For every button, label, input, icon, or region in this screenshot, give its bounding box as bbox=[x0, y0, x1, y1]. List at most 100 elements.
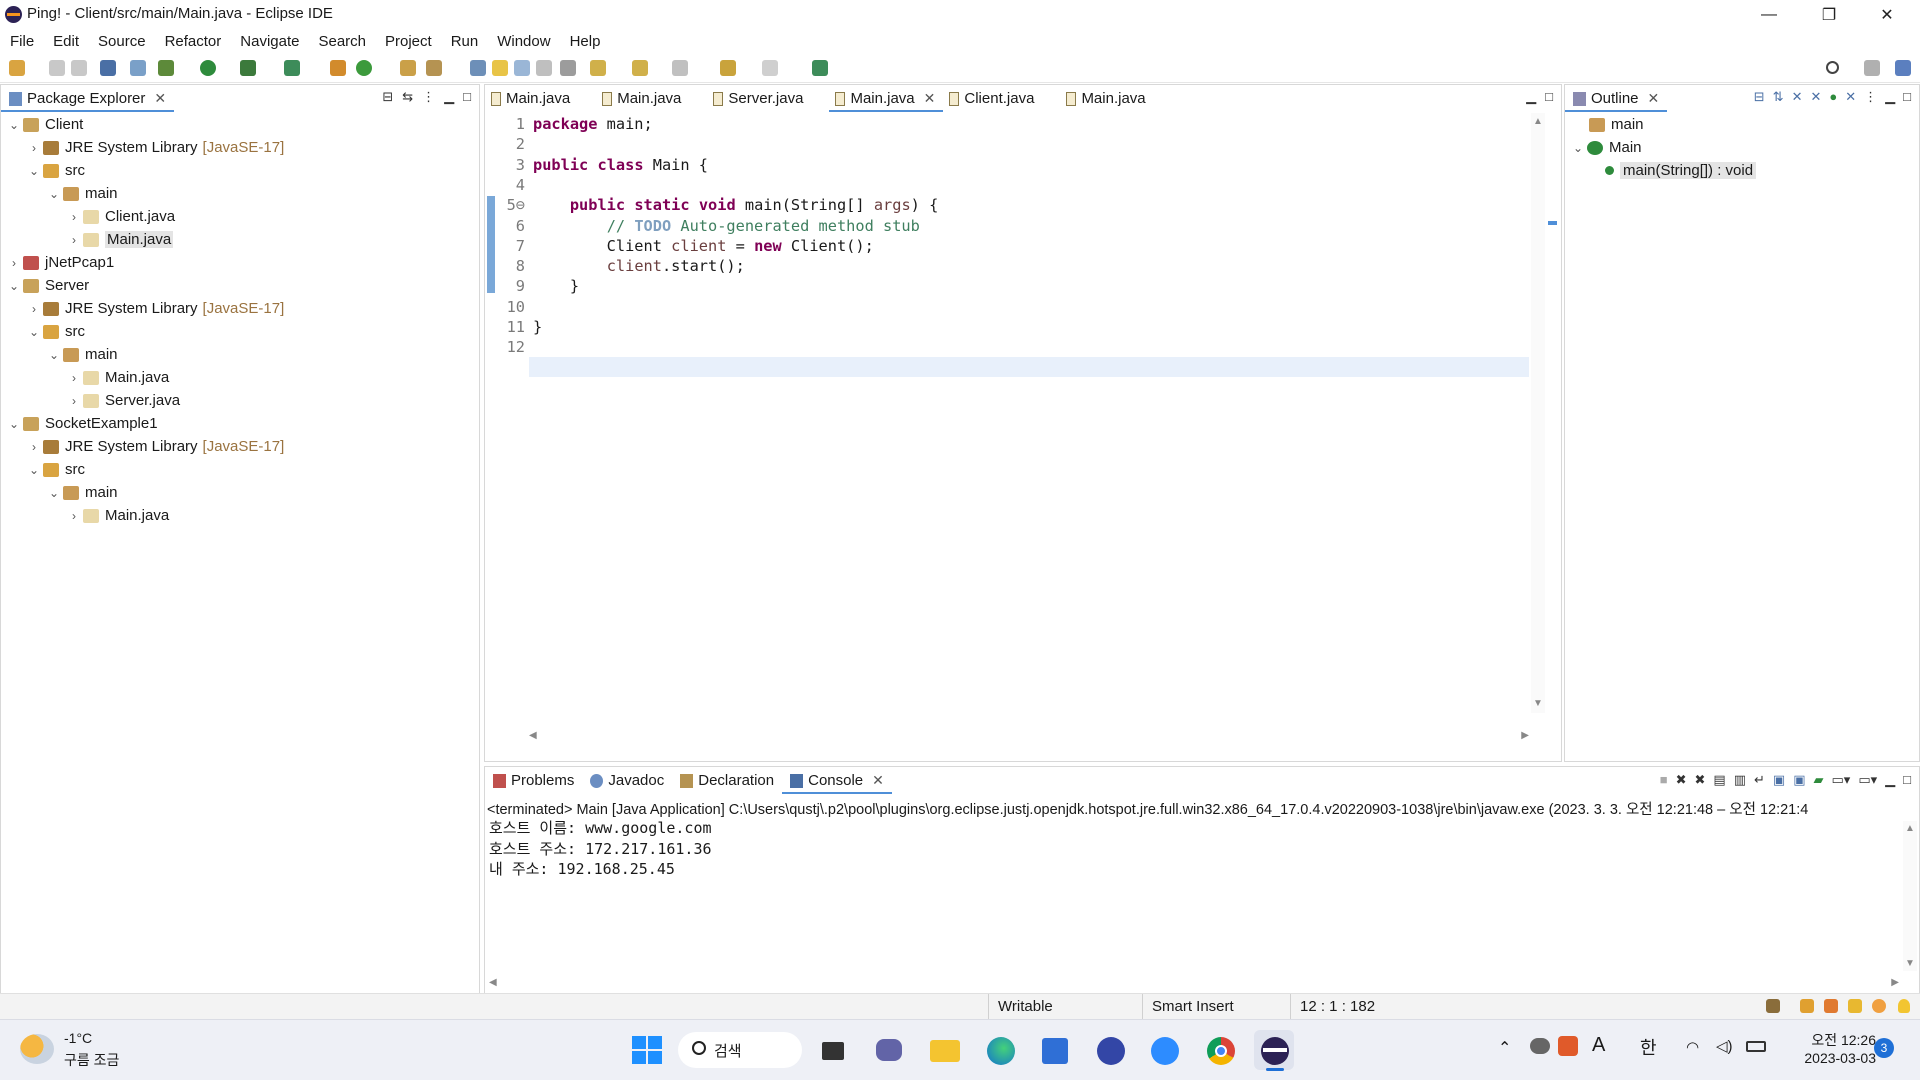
weather-temp[interactable]: -1°C bbox=[64, 1030, 92, 1046]
tab-problems[interactable]: Problems bbox=[485, 767, 582, 794]
last-edit-icon[interactable] bbox=[672, 60, 688, 76]
expand-icon[interactable]: › bbox=[25, 141, 43, 155]
maximize-view-icon[interactable]: □ bbox=[1903, 89, 1911, 105]
scroll-right-icon[interactable]: ▶ bbox=[1521, 730, 1529, 741]
scroll-left-icon[interactable]: ◀ bbox=[489, 977, 497, 988]
edge-browser-icon[interactable] bbox=[980, 1030, 1020, 1070]
new-java-project-icon[interactable] bbox=[330, 60, 346, 76]
console-output[interactable]: 호스트 이름: www.google.com 호스트 주소: 172.217.16… bbox=[485, 817, 1895, 967]
word-wrap-icon[interactable]: ↵ bbox=[1754, 772, 1765, 788]
remove-launch-icon[interactable]: ✖ bbox=[1676, 772, 1687, 788]
show-whitespace-icon[interactable] bbox=[536, 60, 552, 76]
tree-item[interactable]: › Main.java bbox=[65, 366, 169, 389]
hide-nonpublic-icon[interactable]: ● bbox=[1829, 89, 1837, 105]
tree-item[interactable]: ⌄ main bbox=[45, 343, 118, 366]
editor-tab[interactable]: Main.java ✕ bbox=[829, 85, 944, 112]
tree-item[interactable]: › Server.java bbox=[65, 389, 180, 412]
notification-badge[interactable]: 3 bbox=[1874, 1038, 1894, 1058]
expand-icon[interactable]: › bbox=[65, 233, 83, 247]
debug-icon[interactable] bbox=[158, 60, 174, 76]
volume-icon[interactable]: ◁) bbox=[1716, 1037, 1733, 1055]
run-icon[interactable] bbox=[200, 60, 216, 76]
tree-item[interactable]: ⌄ src bbox=[25, 159, 85, 182]
open-type-icon[interactable] bbox=[400, 60, 416, 76]
sort-icon[interactable]: ⇅ bbox=[1773, 89, 1784, 105]
terminal-icon[interactable] bbox=[100, 60, 116, 76]
block-select-icon[interactable] bbox=[514, 60, 530, 76]
tab-declaration[interactable]: Declaration bbox=[672, 767, 782, 794]
save-icon[interactable] bbox=[49, 60, 65, 76]
tab-javadoc[interactable]: Javadoc bbox=[582, 767, 672, 794]
tab-console[interactable]: Console ✕ bbox=[782, 767, 892, 794]
weather-desc[interactable]: 구름 조금 bbox=[64, 1050, 119, 1070]
menu-help[interactable]: Help bbox=[570, 33, 601, 50]
hide-static-icon[interactable]: ✕ bbox=[1810, 89, 1821, 105]
ime-indicator[interactable]: 한 bbox=[1640, 1034, 1657, 1060]
paragraph-icon[interactable] bbox=[560, 60, 576, 76]
collapse-icon[interactable]: ⌄ bbox=[45, 348, 63, 362]
scroll-down-icon[interactable]: ▼ bbox=[1905, 958, 1915, 969]
menu-run[interactable]: Run bbox=[451, 33, 479, 50]
status-insert-mode[interactable]: Smart Insert bbox=[1152, 998, 1234, 1015]
coverage-icon[interactable] bbox=[240, 60, 256, 76]
eclipse-taskbar-icon[interactable] bbox=[1254, 1030, 1294, 1071]
tree-item[interactable]: ⌄ src bbox=[25, 320, 85, 343]
expand-icon[interactable]: › bbox=[65, 509, 83, 523]
app-b-icon[interactable] bbox=[1144, 1030, 1184, 1070]
collapse-icon[interactable]: ⌄ bbox=[25, 325, 43, 339]
editor-tab[interactable]: Server.java bbox=[707, 85, 829, 112]
collapse-icon[interactable]: ⌄ bbox=[45, 486, 63, 500]
menu-project[interactable]: Project bbox=[385, 33, 432, 50]
maximize-view-icon[interactable]: □ bbox=[463, 89, 471, 105]
external-tools-icon[interactable] bbox=[284, 60, 300, 76]
editor-tab[interactable]: Main.java bbox=[485, 85, 596, 112]
app-c-icon[interactable] bbox=[1090, 1030, 1130, 1070]
editor-horizontal-scrollbar[interactable]: ◀ ▶ bbox=[529, 730, 1529, 744]
editor-vertical-scrollbar[interactable]: ▲ ▼ bbox=[1531, 113, 1545, 713]
link-editor-icon[interactable]: ⇆ bbox=[402, 89, 413, 105]
search-tool-icon[interactable] bbox=[426, 60, 442, 76]
expand-icon[interactable]: ⌄ bbox=[1569, 141, 1587, 155]
terminate-icon[interactable]: ■ bbox=[1660, 772, 1668, 788]
menu-file[interactable]: File bbox=[10, 33, 34, 50]
outline-item-package[interactable]: main bbox=[1589, 113, 1644, 136]
scroll-up-icon[interactable]: ▲ bbox=[1905, 823, 1915, 834]
pin-icon[interactable] bbox=[812, 60, 828, 76]
close-icon[interactable]: ✕ bbox=[924, 90, 936, 107]
menu-refactor[interactable]: Refactor bbox=[165, 33, 222, 50]
microsoft-store-icon[interactable] bbox=[1034, 1030, 1074, 1070]
tree-item[interactable]: › JRE System Library [JavaSE-17] bbox=[25, 136, 284, 159]
minimize-button[interactable]: — bbox=[1740, 0, 1798, 29]
tree-item[interactable]: › JRE System Library [JavaSE-17] bbox=[25, 297, 284, 320]
updates-icon[interactable] bbox=[1872, 999, 1886, 1013]
tree-item[interactable]: › Client.java bbox=[65, 205, 175, 228]
code-area[interactable]: 1 package main; 2 3 public class Main {4 5⊖ p… bbox=[485, 113, 1561, 729]
collapse-all-icon[interactable]: ⊟ bbox=[382, 89, 393, 105]
hide-local-types-icon[interactable]: ✕ bbox=[1845, 89, 1856, 105]
expand-icon[interactable]: › bbox=[25, 440, 43, 454]
font-indicator[interactable]: A bbox=[1592, 1034, 1605, 1057]
tree-item[interactable]: › JRE System Library [JavaSE-17] bbox=[25, 435, 284, 458]
display-console-icon[interactable]: ▭▾ bbox=[1832, 772, 1851, 788]
close-window-button[interactable]: ✕ bbox=[1858, 0, 1916, 29]
console-vertical-scrollbar[interactable]: ▲ ▼ bbox=[1903, 821, 1917, 971]
tab-outline[interactable]: Outline ✕ bbox=[1565, 85, 1668, 112]
taskbar-search[interactable]: 검색 bbox=[678, 1032, 802, 1068]
toggle-mark-icon[interactable] bbox=[470, 60, 486, 76]
open-console-icon[interactable]: ▭▾ bbox=[1858, 772, 1877, 788]
editor-tab[interactable]: Client.java bbox=[943, 85, 1060, 112]
clock-date[interactable]: 2023-03-03 bbox=[1786, 1050, 1876, 1066]
collapse-icon[interactable]: ⌄ bbox=[5, 279, 23, 293]
java-perspective-icon[interactable] bbox=[1895, 60, 1911, 76]
task-view-button[interactable] bbox=[812, 1030, 852, 1070]
maximize-button[interactable]: ❐ bbox=[1800, 0, 1858, 29]
outline-item-method[interactable]: main(String[]) : void bbox=[1605, 159, 1757, 182]
menu-edit[interactable]: Edit bbox=[53, 33, 79, 50]
search-icon[interactable] bbox=[1826, 61, 1839, 74]
close-icon[interactable]: ✕ bbox=[872, 772, 884, 789]
tree-item[interactable]: › Main.java bbox=[65, 228, 174, 251]
weather-icon[interactable] bbox=[20, 1034, 54, 1064]
tree-item[interactable]: ⌄ src bbox=[25, 458, 85, 481]
show-stderr-icon[interactable]: ▣ bbox=[1793, 772, 1805, 788]
hat-icon[interactable] bbox=[1824, 999, 1838, 1013]
